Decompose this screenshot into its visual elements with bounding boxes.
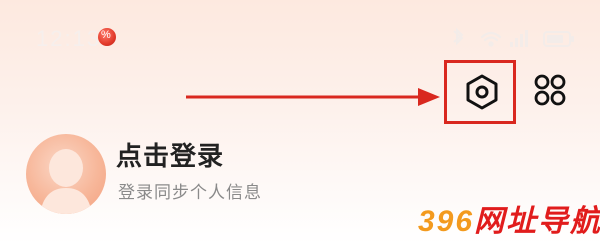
- wifi-icon: [480, 31, 502, 47]
- app-notification-icon: %: [98, 28, 116, 46]
- settings-button[interactable]: [462, 72, 502, 112]
- login-title[interactable]: 点击登录: [116, 136, 224, 173]
- watermark-text: 网址导航: [474, 204, 600, 239]
- status-icons: [448, 26, 578, 52]
- watermark-number: 396: [418, 205, 475, 238]
- avatar[interactable]: [26, 134, 106, 214]
- status-time: 12:13: [36, 26, 102, 51]
- apps-grid-button[interactable]: [532, 72, 568, 108]
- bluetooth-icon: [453, 27, 464, 46]
- signal-icon: [510, 30, 528, 47]
- login-subtitle: 登录同步个人信息: [118, 183, 262, 203]
- pointer-arrow: [186, 88, 440, 106]
- watermark-logo: 396网址导航: [418, 204, 600, 240]
- grid-apps-icon: [534, 74, 566, 106]
- app-badge: %: [101, 29, 111, 41]
- settings-hexagon-icon: [466, 74, 498, 110]
- default-avatar-icon: [40, 149, 92, 214]
- battery-icon: [543, 31, 574, 47]
